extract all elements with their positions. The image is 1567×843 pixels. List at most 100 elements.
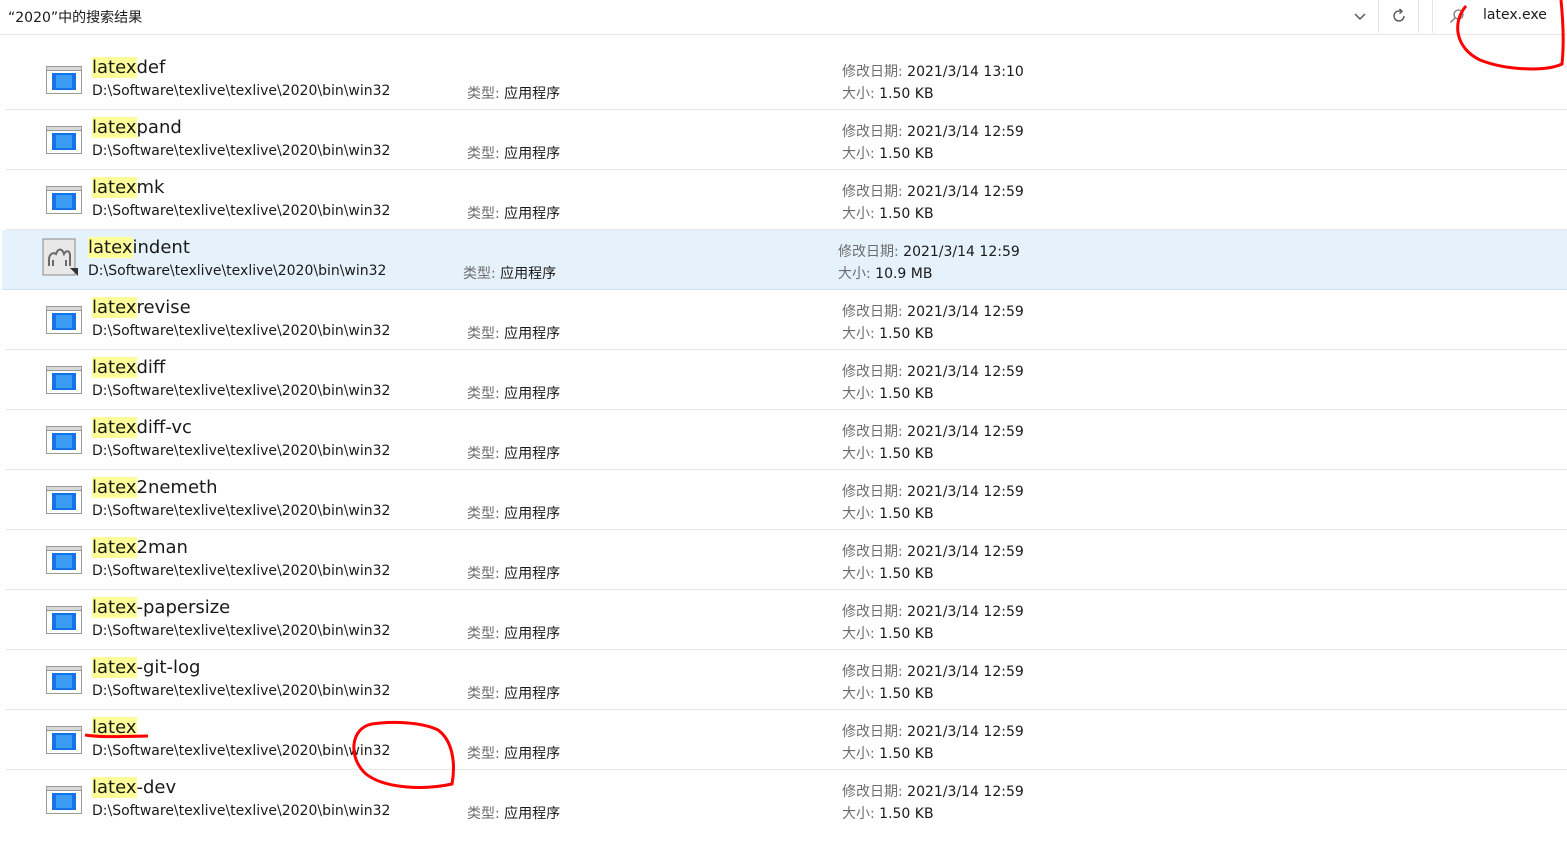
file-name[interactable]: latexdef [92,57,165,79]
file-type: 类型: 应用程序 [467,563,560,583]
modified-date: 修改日期: 2021/3/14 12:59 [842,421,1024,441]
date-label: 修改日期: [842,304,903,320]
file-name[interactable]: latexmk [92,177,164,199]
size-value: 1.50 KB [879,506,934,522]
size-value: 1.50 KB [879,326,934,342]
file-name-suffix: 2man [136,537,188,558]
address-bar[interactable]: “2020”中的搜索结果 [0,0,1379,33]
file-name[interactable]: latexpand [92,117,182,139]
file-size: 大小: 1.50 KB [842,563,934,583]
modified-date: 修改日期: 2021/3/14 12:59 [842,781,1024,801]
type-value: 应用程序 [504,506,561,522]
file-name[interactable]: latex-dev [92,777,176,799]
search-highlight: latex [92,477,137,498]
file-row[interactable]: latexdiff-vc D:\Software\texlive\texlive\… [6,410,1567,470]
date-value: 2021/3/14 12:59 [907,124,1024,140]
file-name-suffix: -git-log [136,657,201,678]
chevron-down-icon[interactable] [1352,8,1368,24]
file-name[interactable]: latex-git-log [92,657,200,679]
file-name[interactable]: latexindent [88,237,190,259]
date-value: 2021/3/14 12:59 [903,244,1020,260]
file-size: 大小: 1.50 KB [842,443,934,463]
type-label: 类型: [463,266,496,282]
search-highlight: latex [92,657,137,678]
file-row[interactable]: latex-git-log D:\Software\texlive\texlive… [6,650,1567,710]
file-type: 类型: 应用程序 [467,143,560,163]
size-value: 10.9 MB [875,266,933,282]
size-label: 大小: [842,686,875,702]
file-path: D:\Software\texlive\texlive\2020\bin\win… [92,503,391,519]
type-value: 应用程序 [504,446,561,462]
file-name-suffix: revise [136,297,191,318]
file-type: 类型: 应用程序 [467,323,560,343]
file-path: D:\Software\texlive\texlive\2020\bin\win… [92,683,391,699]
file-name-suffix: pand [136,117,182,138]
file-size: 大小: 1.50 KB [842,503,934,523]
file-name[interactable]: latex2nemeth [92,477,218,499]
type-label: 类型: [467,446,500,462]
file-name[interactable]: latexdiff [92,357,165,379]
file-row[interactable]: latexindent D:\Software\texlive\texlive\2… [2,230,1567,290]
camel-icon [42,238,78,276]
size-label: 大小: [842,506,875,522]
file-row[interactable]: latex2nemeth D:\Software\texlive\texlive\… [6,470,1567,530]
search-input[interactable]: latex.exe [1483,7,1547,23]
file-name-suffix: def [136,57,166,78]
type-label: 类型: [467,386,500,402]
refresh-button[interactable] [1380,0,1419,33]
type-label: 类型: [467,326,500,342]
file-path: D:\Software\texlive\texlive\2020\bin\win… [92,443,391,459]
file-row[interactable]: latexmk D:\Software\texlive\texlive\2020\… [6,170,1567,230]
file-name[interactable]: latex2man [92,537,188,559]
file-type: 类型: 应用程序 [467,443,560,463]
modified-date: 修改日期: 2021/3/14 12:59 [842,181,1024,201]
file-name[interactable]: latexdiff-vc [92,417,192,439]
date-value: 2021/3/14 12:59 [907,544,1024,560]
type-value: 应用程序 [504,206,561,222]
date-label: 修改日期: [842,604,903,620]
modified-date: 修改日期: 2021/3/14 12:59 [842,121,1024,141]
type-value: 应用程序 [504,686,561,702]
file-row[interactable]: latexpand D:\Software\texlive\texlive\202… [6,110,1567,170]
date-label: 修改日期: [842,484,903,500]
refresh-icon [1393,8,1405,22]
file-path: D:\Software\texlive\texlive\2020\bin\win… [92,203,391,219]
file-name[interactable]: latexrevise [92,297,191,319]
type-value: 应用程序 [504,806,561,822]
date-value: 2021/3/14 12:59 [907,604,1024,620]
file-type: 类型: 应用程序 [467,803,560,823]
application-icon [46,183,82,215]
file-row[interactable]: latexdiff D:\Software\texlive\texlive\202… [6,350,1567,410]
date-value: 2021/3/14 12:59 [907,424,1024,440]
type-label: 类型: [467,686,500,702]
search-highlight: latex [92,57,137,78]
search-box[interactable]: latex.exe [1432,0,1567,33]
file-row[interactable]: latex D:\Software\texlive\texlive\2020\bi… [6,710,1567,770]
date-label: 修改日期: [842,124,903,140]
search-highlight: latex [92,777,137,798]
file-name[interactable]: latex [92,717,137,739]
file-path: D:\Software\texlive\texlive\2020\bin\win… [92,803,391,819]
size-label: 大小: [842,326,875,342]
file-row[interactable]: latexrevise D:\Software\texlive\texlive\2… [6,290,1567,350]
file-row[interactable]: latex2man D:\Software\texlive\texlive\202… [6,530,1567,590]
file-name[interactable]: latex-papersize [92,597,230,619]
application-icon [46,63,82,95]
type-value: 应用程序 [504,626,561,642]
date-value: 2021/3/14 12:59 [907,364,1024,380]
file-path: D:\Software\texlive\texlive\2020\bin\win… [92,143,391,159]
file-size: 大小: 1.50 KB [842,203,934,223]
size-label: 大小: [842,566,875,582]
file-path: D:\Software\texlive\texlive\2020\bin\win… [92,743,391,759]
file-name-suffix: diff-vc [136,417,192,438]
size-value: 1.50 KB [879,806,934,822]
search-highlight: latex [92,537,137,558]
file-row[interactable]: latex-dev D:\Software\texlive\texlive\202… [6,770,1567,829]
date-label: 修改日期: [842,184,903,200]
date-value: 2021/3/14 12:59 [907,304,1024,320]
file-type: 类型: 应用程序 [467,683,560,703]
file-row[interactable]: latexdef D:\Software\texlive\texlive\2020… [6,50,1567,110]
type-value: 应用程序 [504,746,561,762]
file-row[interactable]: latex-papersize D:\Software\texlive\texli… [6,590,1567,650]
search-highlight: latex [92,717,137,738]
